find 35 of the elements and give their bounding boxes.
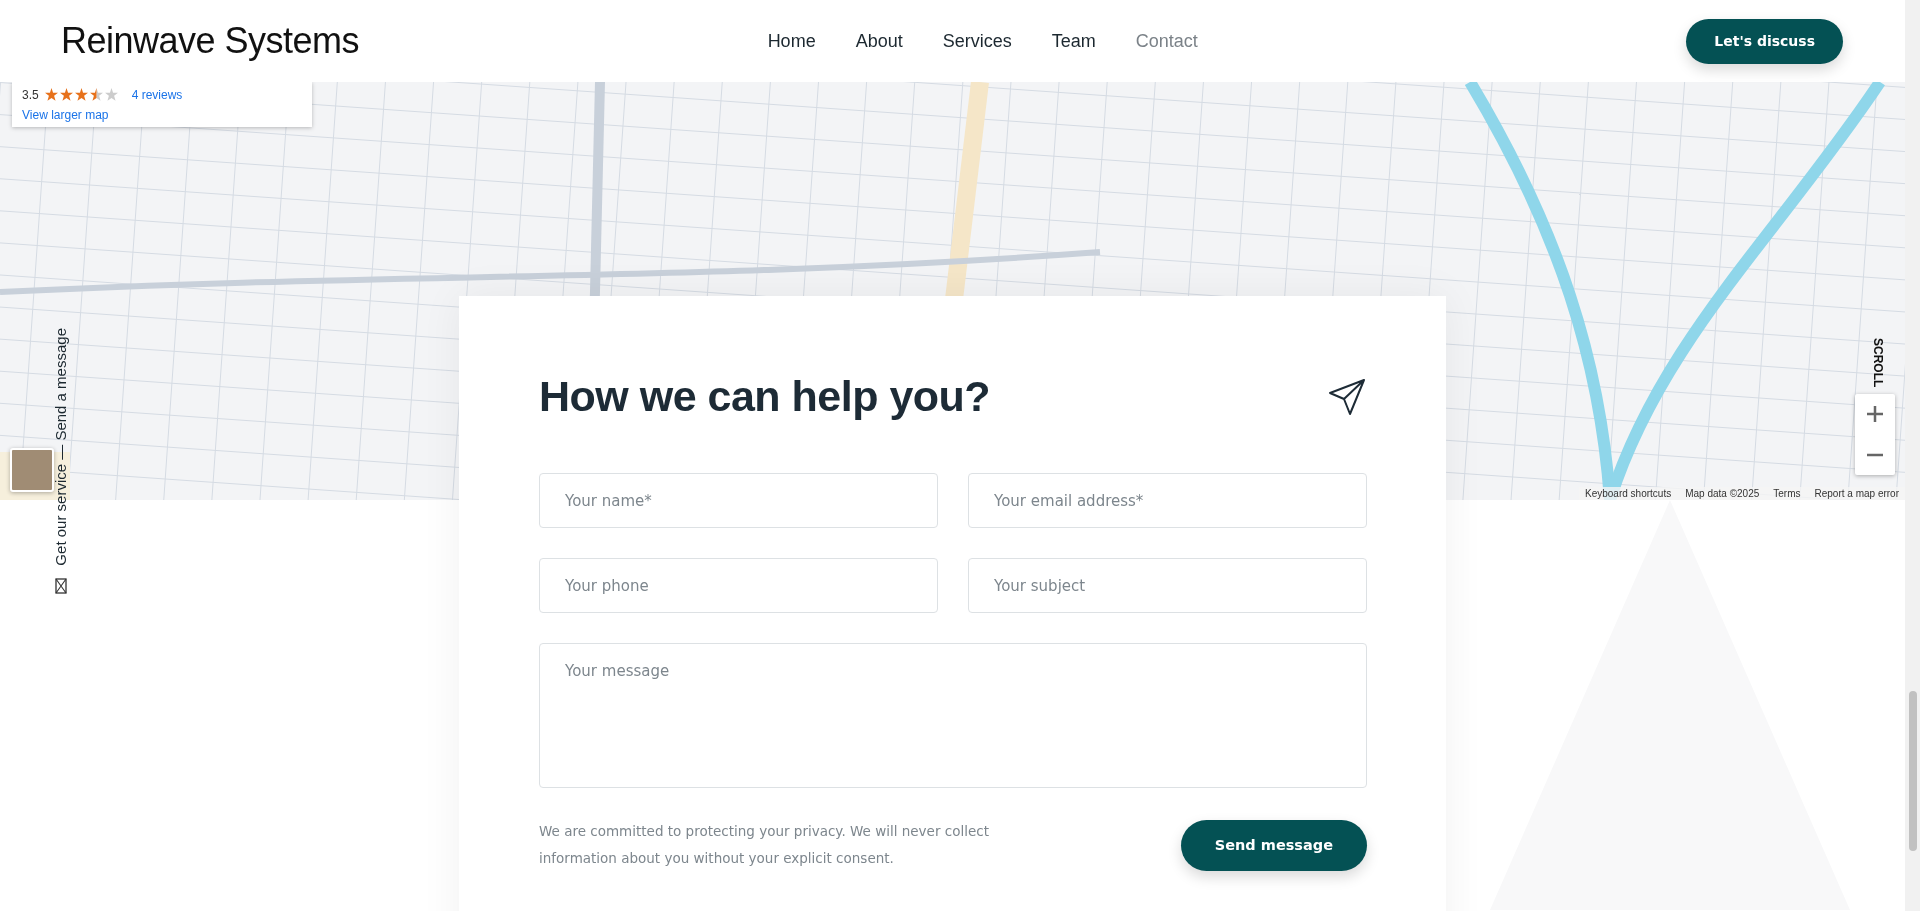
map-footer-link[interactable]: Map data ©2025 [1685,488,1760,499]
logo[interactable]: Reinwave Systems [61,20,360,62]
reviews-link[interactable]: 4 reviews [131,87,183,102]
nav-link[interactable]: Services [942,30,1012,52]
map-footer-link[interactable]: Keyboard shortcuts [1585,488,1672,499]
paper-plane-icon [1327,376,1367,417]
star-icon [59,88,73,101]
star-icon [44,88,58,101]
text-field[interactable]: Your name* [539,473,938,528]
map-footer-link[interactable]: Report a map error [1814,488,1899,499]
nav-link[interactable]: Contact [1135,30,1198,52]
half-star-icon [89,88,103,101]
text-field[interactable]: Your email address* [968,473,1367,528]
star-icon [74,88,88,101]
side-label: Get our service — Send a message [52,328,69,566]
scroll-label: SCROLL [1871,338,1885,388]
scrollbar[interactable] [1905,0,1920,911]
larger-map-link[interactable]: View larger map [22,107,302,122]
map-type-toggle[interactable] [10,448,54,492]
minus-icon [1866,452,1884,457]
discuss-button[interactable]: Let's discuss [1686,18,1843,64]
rating-value: 3.5 [22,87,39,102]
text-field[interactable]: Your phone [539,558,938,613]
map-footer-link[interactable]: Terms [1773,488,1801,499]
text-field[interactable]: Your subject [968,558,1367,613]
plus-icon [1866,405,1884,424]
send-message-button[interactable]: Send message [1180,819,1367,871]
scrollbar-thumb[interactable] [1908,691,1917,851]
privacy-note: We are committed to protecting your privacy. We will never collect information about you without your explicit consent. [539,822,990,868]
message-field[interactable]: Your message [539,643,1367,788]
hourglass-icon [54,577,67,594]
nav-link[interactable]: Home [767,30,816,52]
nav-link[interactable]: Team [1051,30,1096,52]
nav-link[interactable]: About [855,30,903,52]
form-title: How we can help you? [539,372,991,421]
